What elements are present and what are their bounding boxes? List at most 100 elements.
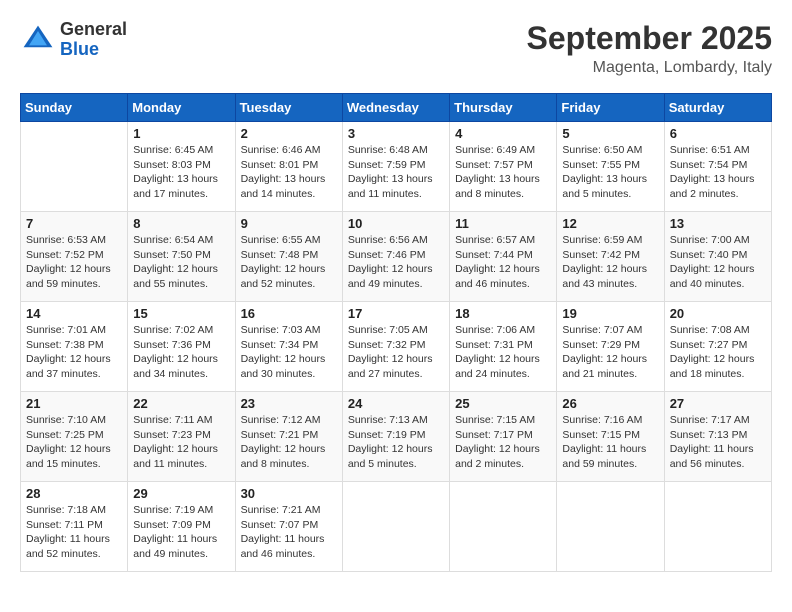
day-info: Sunrise: 7:00 AM Sunset: 7:40 PM Dayligh… — [670, 233, 766, 292]
day-number: 10 — [348, 216, 444, 231]
day-number: 1 — [133, 126, 229, 141]
day-info: Sunrise: 6:51 AM Sunset: 7:54 PM Dayligh… — [670, 143, 766, 202]
calendar-cell: 25Sunrise: 7:15 AM Sunset: 7:17 PM Dayli… — [450, 392, 557, 482]
day-info: Sunrise: 7:05 AM Sunset: 7:32 PM Dayligh… — [348, 323, 444, 382]
day-info: Sunrise: 7:08 AM Sunset: 7:27 PM Dayligh… — [670, 323, 766, 382]
day-number: 14 — [26, 306, 122, 321]
day-number: 28 — [26, 486, 122, 501]
day-info: Sunrise: 6:50 AM Sunset: 7:55 PM Dayligh… — [562, 143, 658, 202]
day-number: 20 — [670, 306, 766, 321]
calendar-cell: 24 Sunrise: 7:13 AM Sunset: 7:19 PM Dayli… — [342, 392, 449, 482]
page-header: General Blue September 2025 Magenta, Lom… — [20, 20, 772, 77]
calendar-cell: 17 Sunrise: 7:05 AM Sunset: 7:32 PM Dayli… — [342, 302, 449, 392]
day-info: Sunrise: 6:46 AM Sunset: 8:01 PM Dayligh… — [241, 143, 337, 202]
day-number: 8 — [133, 216, 229, 231]
day-info: Sunrise: 7:03 AM Sunset: 7:34 PM Dayligh… — [241, 323, 337, 382]
day-number: 18 — [455, 306, 551, 321]
calendar-week-1: 1 Sunrise: 6:45 AM Sunset: 8:03 PM Daylig… — [21, 122, 772, 212]
calendar-cell: 5 Sunrise: 6:50 AM Sunset: 7:55 PM Daylig… — [557, 122, 664, 212]
day-info: Sunrise: 6:59 AM Sunset: 7:42 PM Dayligh… — [562, 233, 658, 292]
calendar-cell: 14Sunrise: 7:01 AM Sunset: 7:38 PM Dayli… — [21, 302, 128, 392]
calendar-cell: 8 Sunrise: 6:54 AM Sunset: 7:50 PM Daylig… — [128, 212, 235, 302]
day-number: 6 — [670, 126, 766, 141]
day-number: 16 — [241, 306, 337, 321]
calendar-cell: 2 Sunrise: 6:46 AM Sunset: 8:01 PM Daylig… — [235, 122, 342, 212]
calendar-cell: 6 Sunrise: 6:51 AM Sunset: 7:54 PM Daylig… — [664, 122, 771, 212]
calendar-cell — [450, 482, 557, 572]
logo-text: General Blue — [60, 20, 127, 60]
calendar-cell: 11 Sunrise: 6:57 AM Sunset: 7:44 PM Dayli… — [450, 212, 557, 302]
day-number: 21 — [26, 396, 122, 411]
calendar-cell: 1 Sunrise: 6:45 AM Sunset: 8:03 PM Daylig… — [128, 122, 235, 212]
day-number: 23 — [241, 396, 337, 411]
logo: General Blue — [20, 20, 127, 60]
day-number: 29 — [133, 486, 229, 501]
day-number: 27 — [670, 396, 766, 411]
calendar-cell — [664, 482, 771, 572]
weekday-header-row: SundayMondayTuesdayWednesdayThursdayFrid… — [21, 94, 772, 122]
calendar-body: 1 Sunrise: 6:45 AM Sunset: 8:03 PM Daylig… — [21, 122, 772, 572]
calendar-cell: 13Sunrise: 7:00 AM Sunset: 7:40 PM Dayli… — [664, 212, 771, 302]
calendar-cell: 30Sunrise: 7:21 AM Sunset: 7:07 PM Dayli… — [235, 482, 342, 572]
calendar-cell: 3 Sunrise: 6:48 AM Sunset: 7:59 PM Daylig… — [342, 122, 449, 212]
calendar-cell: 22 Sunrise: 7:11 AM Sunset: 7:23 PM Dayli… — [128, 392, 235, 482]
day-info: Sunrise: 6:49 AM Sunset: 7:57 PM Dayligh… — [455, 143, 551, 202]
day-info: Sunrise: 6:54 AM Sunset: 7:50 PM Dayligh… — [133, 233, 229, 292]
calendar-week-2: 7 Sunrise: 6:53 AM Sunset: 7:52 PM Daylig… — [21, 212, 772, 302]
calendar-cell — [21, 122, 128, 212]
day-number: 11 — [455, 216, 551, 231]
calendar-cell: 21Sunrise: 7:10 AM Sunset: 7:25 PM Dayli… — [21, 392, 128, 482]
calendar-week-3: 14Sunrise: 7:01 AM Sunset: 7:38 PM Dayli… — [21, 302, 772, 392]
day-number: 3 — [348, 126, 444, 141]
calendar-cell: 18 Sunrise: 7:06 AM Sunset: 7:31 PM Dayli… — [450, 302, 557, 392]
day-info: Sunrise: 6:55 AM Sunset: 7:48 PM Dayligh… — [241, 233, 337, 292]
calendar-week-4: 21Sunrise: 7:10 AM Sunset: 7:25 PM Dayli… — [21, 392, 772, 482]
logo-blue-text: Blue — [60, 40, 127, 60]
calendar-cell — [342, 482, 449, 572]
logo-general-text: General — [60, 20, 127, 40]
day-number: 2 — [241, 126, 337, 141]
calendar-cell: 9 Sunrise: 6:55 AM Sunset: 7:48 PM Daylig… — [235, 212, 342, 302]
weekday-header-sunday: Sunday — [21, 94, 128, 122]
calendar-cell: 27 Sunrise: 7:17 AM Sunset: 7:13 PM Dayli… — [664, 392, 771, 482]
calendar-week-5: 28 Sunrise: 7:18 AM Sunset: 7:11 PM Dayli… — [21, 482, 772, 572]
day-number: 30 — [241, 486, 337, 501]
weekday-header-friday: Friday — [557, 94, 664, 122]
day-number: 22 — [133, 396, 229, 411]
day-info: Sunrise: 6:53 AM Sunset: 7:52 PM Dayligh… — [26, 233, 122, 292]
day-info: Sunrise: 7:19 AM Sunset: 7:09 PM Dayligh… — [133, 503, 229, 562]
day-number: 19 — [562, 306, 658, 321]
calendar-cell: 28 Sunrise: 7:18 AM Sunset: 7:11 PM Dayli… — [21, 482, 128, 572]
day-number: 26 — [562, 396, 658, 411]
calendar-cell — [557, 482, 664, 572]
calendar-cell: 15Sunrise: 7:02 AM Sunset: 7:36 PM Dayli… — [128, 302, 235, 392]
calendar-header: SundayMondayTuesdayWednesdayThursdayFrid… — [21, 94, 772, 122]
day-number: 9 — [241, 216, 337, 231]
day-number: 7 — [26, 216, 122, 231]
calendar-cell: 23Sunrise: 7:12 AM Sunset: 7:21 PM Dayli… — [235, 392, 342, 482]
day-info: Sunrise: 7:15 AM Sunset: 7:17 PM Dayligh… — [455, 413, 551, 472]
title-area: September 2025 Magenta, Lombardy, Italy — [527, 20, 772, 77]
day-info: Sunrise: 7:13 AM Sunset: 7:19 PM Dayligh… — [348, 413, 444, 472]
day-number: 12 — [562, 216, 658, 231]
day-info: Sunrise: 6:48 AM Sunset: 7:59 PM Dayligh… — [348, 143, 444, 202]
day-info: Sunrise: 7:11 AM Sunset: 7:23 PM Dayligh… — [133, 413, 229, 472]
weekday-header-thursday: Thursday — [450, 94, 557, 122]
weekday-header-wednesday: Wednesday — [342, 94, 449, 122]
day-number: 5 — [562, 126, 658, 141]
day-number: 24 — [348, 396, 444, 411]
day-number: 17 — [348, 306, 444, 321]
calendar-cell: 7 Sunrise: 6:53 AM Sunset: 7:52 PM Daylig… — [21, 212, 128, 302]
calendar-cell: 20 Sunrise: 7:08 AM Sunset: 7:27 PM Dayli… — [664, 302, 771, 392]
day-info: Sunrise: 7:06 AM Sunset: 7:31 PM Dayligh… — [455, 323, 551, 382]
weekday-header-monday: Monday — [128, 94, 235, 122]
calendar-cell: 10Sunrise: 6:56 AM Sunset: 7:46 PM Dayli… — [342, 212, 449, 302]
calendar-cell: 26Sunrise: 7:16 AM Sunset: 7:15 PM Dayli… — [557, 392, 664, 482]
day-info: Sunrise: 6:45 AM Sunset: 8:03 PM Dayligh… — [133, 143, 229, 202]
weekday-header-saturday: Saturday — [664, 94, 771, 122]
day-info: Sunrise: 6:57 AM Sunset: 7:44 PM Dayligh… — [455, 233, 551, 292]
calendar-cell: 16 Sunrise: 7:03 AM Sunset: 7:34 PM Dayli… — [235, 302, 342, 392]
day-info: Sunrise: 7:17 AM Sunset: 7:13 PM Dayligh… — [670, 413, 766, 472]
day-info: Sunrise: 7:18 AM Sunset: 7:11 PM Dayligh… — [26, 503, 122, 562]
calendar-table: SundayMondayTuesdayWednesdayThursdayFrid… — [20, 93, 772, 572]
